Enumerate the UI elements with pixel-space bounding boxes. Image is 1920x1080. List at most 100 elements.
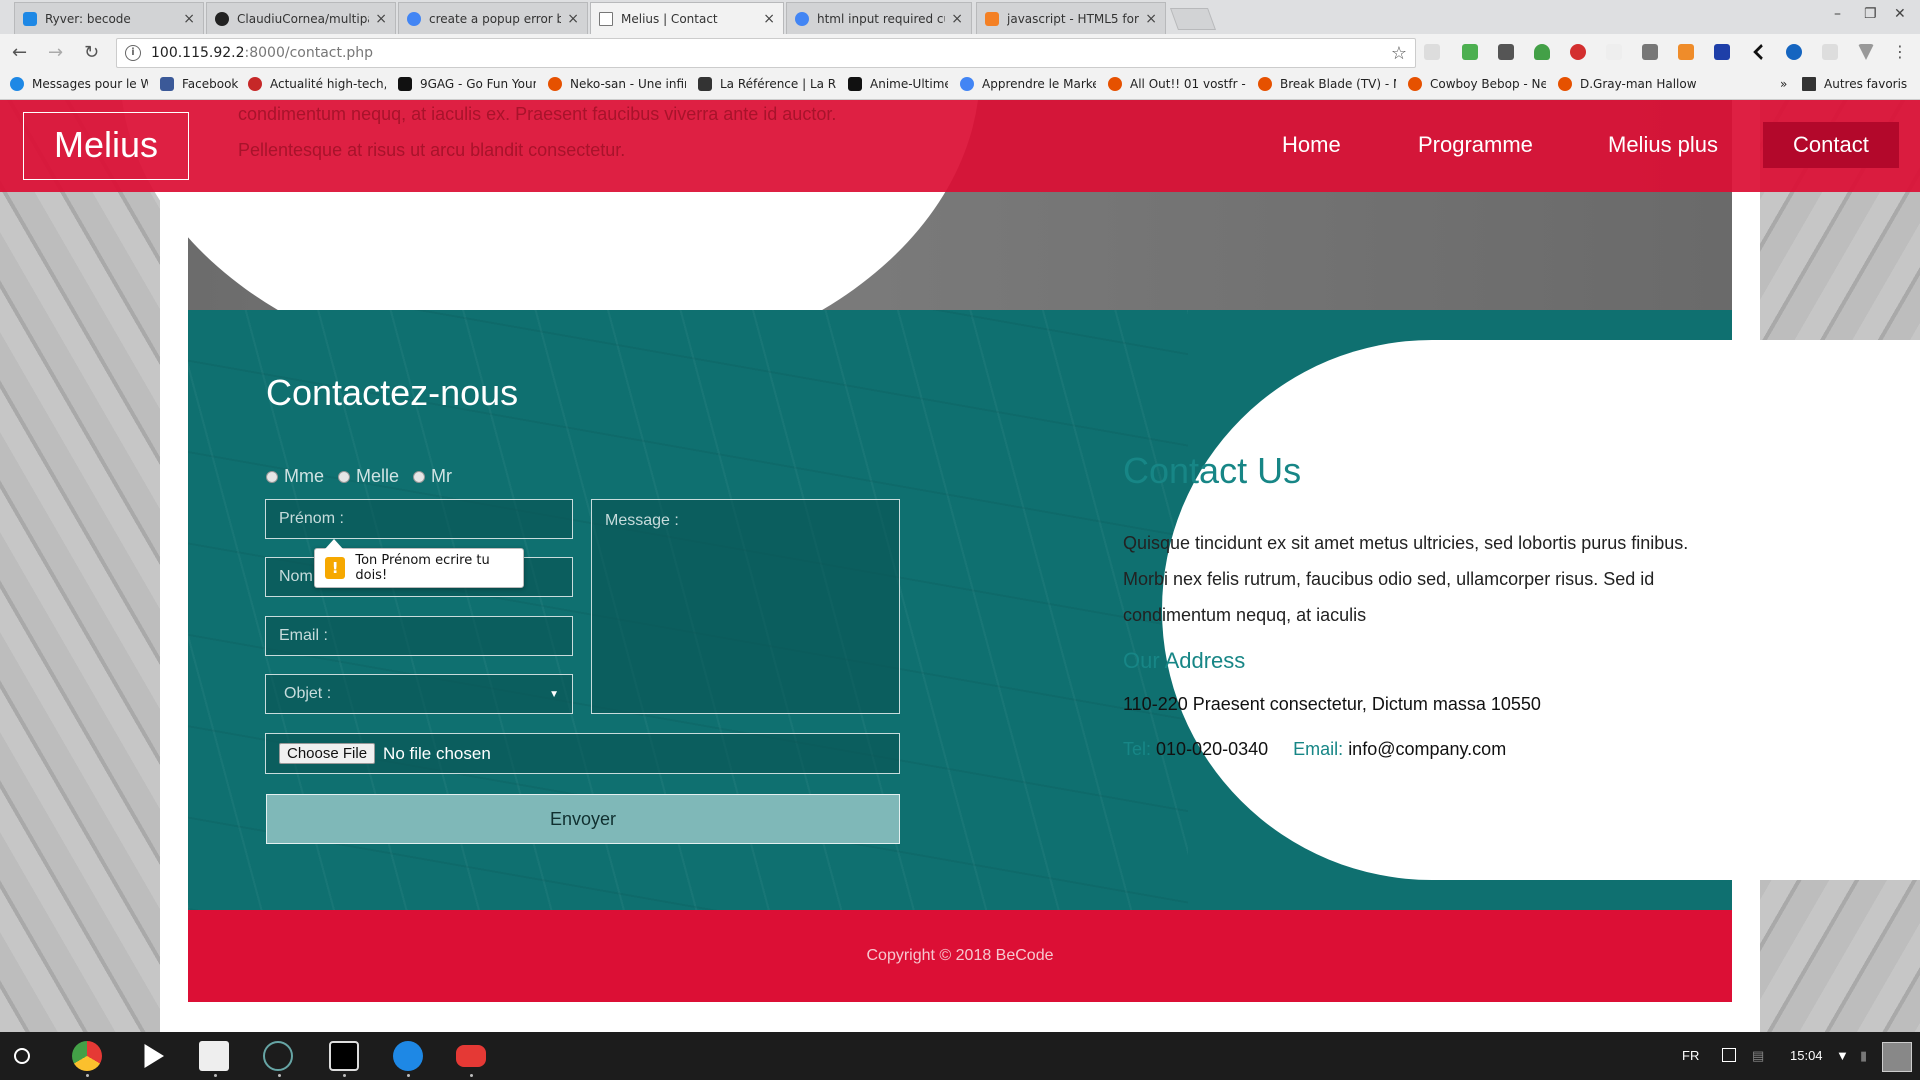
avatar[interactable] [1882, 1042, 1912, 1072]
google-icon [960, 77, 974, 91]
bookmark-label: Break Blade (TV) - Ne [1280, 77, 1396, 91]
choose-file-button[interactable]: Choose File [279, 743, 376, 764]
language-indicator[interactable]: FR [1682, 1048, 1699, 1063]
form-title: Contactez-nous [266, 372, 519, 413]
drive-extension-icon[interactable] [1462, 44, 1478, 60]
folder-icon [1802, 77, 1816, 91]
bookmark-item[interactable]: D.Gray-man Hallow [1558, 77, 1696, 91]
prenom-input[interactable]: Prénom : [265, 499, 573, 539]
bookmark-item[interactable]: Neko-san - Une infini [548, 77, 686, 91]
forward-arrow-icon[interactable]: → [48, 42, 63, 63]
tab-github[interactable]: ClaudiuCornea/multipa × [206, 2, 396, 34]
bookmark-item[interactable]: Anime-Ultime [848, 77, 948, 91]
clock[interactable]: 15:04 [1790, 1048, 1823, 1063]
extension-icon[interactable] [1424, 44, 1440, 60]
send-button[interactable]: Envoyer [266, 794, 900, 844]
tab-ryver[interactable]: Ryver: becode × [14, 2, 204, 34]
play-store-icon[interactable] [144, 1044, 164, 1068]
notes-icon[interactable] [199, 1041, 229, 1071]
shield-icon[interactable] [1534, 44, 1550, 60]
tab-stackoverflow[interactable]: javascript - HTML5 form × [976, 2, 1166, 34]
notification-icon[interactable]: ▤ [1752, 1048, 1764, 1064]
radio-mme[interactable]: Mme [266, 466, 324, 487]
new-tab-button[interactable] [1169, 8, 1217, 30]
radio-circle-icon[interactable] [413, 470, 426, 483]
bookmark-item[interactable]: Facebook [160, 77, 244, 91]
tab-google-popup[interactable]: create a popup error bo × [398, 2, 588, 34]
chrome-icon[interactable] [72, 1041, 102, 1071]
radio-melle[interactable]: Melle [338, 466, 399, 487]
eyedropper-icon[interactable] [1642, 44, 1658, 60]
bookmark-item[interactable]: Break Blade (TV) - Ne [1258, 77, 1396, 91]
email-label: Email: [1293, 739, 1344, 759]
extension-icon[interactable] [1786, 44, 1802, 60]
radio-label: Mme [284, 466, 324, 486]
screen-icon[interactable] [1722, 1048, 1736, 1062]
battery-icon[interactable]: ▮ [1860, 1048, 1867, 1064]
bookmark-item[interactable]: Apprendre le Marketi [960, 77, 1096, 91]
files-icon[interactable] [393, 1041, 423, 1071]
privacy-extension-icon[interactable] [1498, 44, 1514, 60]
close-window-icon[interactable]: ✕ [1894, 6, 1906, 22]
nav-melius-plus[interactable]: Melius plus [1608, 122, 1718, 168]
radio-circle-icon[interactable] [266, 470, 278, 483]
bookmark-item[interactable]: Cowboy Bebop - Nek [1408, 77, 1546, 91]
extension-icon[interactable] [1714, 44, 1730, 60]
email-placeholder: Email : [279, 627, 328, 644]
filter-icon[interactable] [1858, 44, 1874, 60]
bookmark-label: D.Gray-man Hallow [1580, 77, 1696, 91]
contact-us-text: Quisque tincidunt ex sit amet metus ultr… [1123, 533, 1689, 625]
bookmark-label: Messages pour le We [32, 77, 148, 91]
bookmark-favicon-icon [698, 77, 712, 91]
back-arrow-icon[interactable]: ← [12, 42, 27, 63]
close-icon[interactable]: × [567, 11, 579, 27]
extension-icon[interactable] [1822, 44, 1838, 60]
bookmark-item[interactable]: All Out!! 01 vostfr - N [1108, 77, 1246, 91]
hammer-icon[interactable] [1678, 44, 1694, 60]
menu-dots-icon[interactable]: ⋮ [1892, 42, 1908, 61]
file-status-text: No file chosen [383, 743, 491, 763]
bookmark-item[interactable]: La Référence | La Réf [698, 77, 836, 91]
bookmark-item[interactable]: 9GAG - Go Fun Yours [398, 77, 536, 91]
nav-home[interactable]: Home [1282, 122, 1341, 168]
message-textarea[interactable]: Message : [591, 499, 900, 714]
tab-melius-contact[interactable]: Melius | Contact × [590, 2, 784, 34]
objet-select[interactable]: Objet : ▼ [265, 674, 573, 714]
nav-contact[interactable]: Contact [1763, 122, 1899, 168]
tab-title: Melius | Contact [621, 11, 718, 26]
radio-mr[interactable]: Mr [413, 466, 452, 487]
more-bookmarks-button[interactable]: » [1780, 77, 1787, 91]
maximize-icon[interactable]: ❐ [1864, 6, 1877, 22]
tab-title: html input required cust [817, 11, 945, 26]
reload-icon[interactable]: ↻ [84, 42, 99, 63]
site-logo[interactable]: Melius [23, 112, 189, 180]
email-input[interactable]: Email : [265, 616, 573, 656]
terminal-icon[interactable] [329, 1041, 359, 1071]
youtube-icon[interactable] [456, 1045, 486, 1067]
chevron-left-icon[interactable] [1753, 44, 1763, 60]
contact-us-title: Contact Us [1123, 450, 1302, 491]
email-value[interactable]: info@company.com [1348, 739, 1506, 759]
bookmark-label: La Référence | La Réf [720, 77, 836, 91]
radio-circle-icon[interactable] [338, 470, 350, 483]
bookmark-item[interactable]: Messages pour le We [10, 77, 148, 91]
close-icon[interactable]: × [375, 11, 387, 27]
info-icon[interactable]: i [125, 45, 141, 61]
close-icon[interactable]: × [183, 11, 195, 27]
nav-programme[interactable]: Programme [1418, 122, 1533, 168]
address-bar[interactable]: i 100.115.92.2:8000/contact.php ☆ [116, 38, 1416, 68]
wifi-icon[interactable]: ▼ [1836, 1048, 1849, 1063]
other-bookmarks-folder[interactable]: Autres favoris [1802, 77, 1907, 91]
adblock-icon[interactable] [1570, 44, 1586, 60]
atom-icon[interactable] [263, 1041, 293, 1071]
browser-toolbar: ← → ↻ i 100.115.92.2:8000/contact.php ☆ … [0, 34, 1920, 72]
bookmark-item[interactable]: Actualité high-tech, g [248, 77, 386, 91]
close-icon[interactable]: × [763, 11, 775, 27]
tab-google-html[interactable]: html input required cust × [786, 2, 972, 34]
minimize-icon[interactable]: – [1834, 6, 1841, 22]
extension-icon[interactable] [1606, 44, 1622, 60]
bookmark-star-icon[interactable]: ☆ [1391, 43, 1407, 64]
close-icon[interactable]: × [951, 11, 963, 27]
launcher-icon[interactable] [14, 1048, 30, 1064]
close-icon[interactable]: × [1145, 11, 1157, 27]
